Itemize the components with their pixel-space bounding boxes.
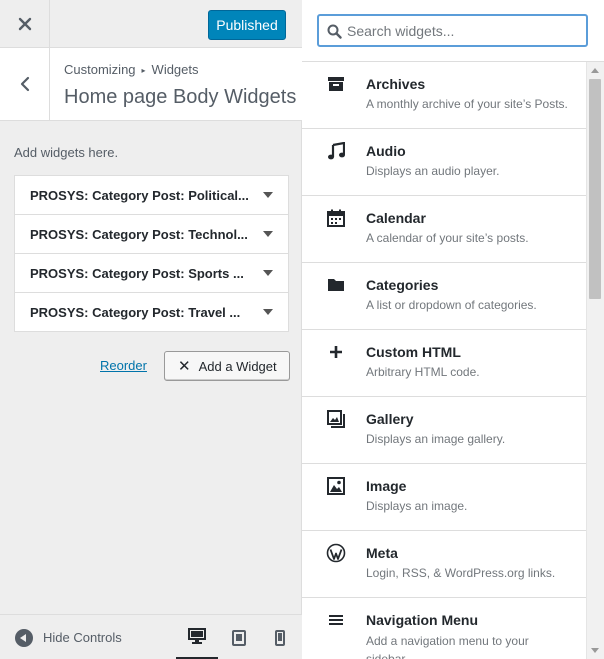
widget-name: Navigation Menu xyxy=(366,612,479,628)
wordpress-icon xyxy=(326,543,346,563)
widget-name: Gallery xyxy=(366,411,414,427)
audio-icon xyxy=(326,141,346,161)
widget-description: Displays an image. xyxy=(366,499,468,513)
published-button[interactable]: Published xyxy=(208,10,286,40)
plus-icon xyxy=(326,342,346,362)
available-widget-navigation-menu[interactable]: Navigation Menu Add a navigation menu to… xyxy=(302,598,586,659)
widget-description: A calendar of your site’s posts. xyxy=(366,231,529,245)
widget-row[interactable]: PROSYS: Category Post: Travel ... xyxy=(14,292,289,332)
close-icon xyxy=(18,17,31,31)
widget-name: Custom HTML xyxy=(366,344,461,360)
add-widgets-hint: Add widgets here. xyxy=(14,145,119,160)
sidebar-widget-list: PROSYS: Category Post: Political... PROS… xyxy=(14,175,289,332)
close-customizer-button[interactable] xyxy=(0,0,50,48)
add-widget-label: Add a Widget xyxy=(198,358,277,374)
available-widget-gallery[interactable]: Gallery Displays an image gallery. xyxy=(302,397,586,464)
widget-description: Arbitrary HTML code. xyxy=(366,365,480,379)
widget-description: Add a navigation menu to your sidebar. xyxy=(366,634,529,659)
widget-description: Login, RSS, & WordPress.org links. xyxy=(366,566,556,580)
preview-tablet-button[interactable] xyxy=(218,615,260,659)
widget-title: PROSYS: Category Post: Travel ... xyxy=(30,305,241,320)
widget-name: Archives xyxy=(366,76,426,92)
widget-name: Calendar xyxy=(366,210,426,226)
section-title: Home page Body Widgets xyxy=(64,86,297,108)
search-icon xyxy=(327,24,342,39)
widget-title: PROSYS: Category Post: Technol... xyxy=(30,227,248,242)
customizer-header: Published xyxy=(0,0,302,48)
widget-name: Image xyxy=(366,478,407,494)
search-input[interactable] xyxy=(347,21,577,41)
hide-controls-label: Hide Controls xyxy=(43,630,122,645)
triangle-down-icon[interactable] xyxy=(263,231,273,237)
widget-row[interactable]: PROSYS: Category Post: Sports ... xyxy=(14,253,289,293)
available-widgets-panel: Archives A monthly archive of your site’… xyxy=(302,0,604,659)
breadcrumb-separator-icon: ▸ xyxy=(141,66,146,75)
reorder-link[interactable]: Reorder xyxy=(100,358,147,373)
widget-description: Displays an audio player. xyxy=(366,164,500,178)
widgets-scrollbar[interactable] xyxy=(586,62,604,659)
available-widget-archives[interactable]: Archives A monthly archive of your site’… xyxy=(302,62,586,129)
triangle-down-icon[interactable] xyxy=(263,192,273,198)
scroll-up-arrow-icon[interactable] xyxy=(591,68,599,73)
folder-icon xyxy=(326,275,346,295)
widget-search-field[interactable] xyxy=(317,14,588,47)
widget-title: PROSYS: Category Post: Sports ... xyxy=(30,266,244,281)
back-button[interactable] xyxy=(0,48,50,120)
section-header: Customizing ▸ Widgets Home page Body Widge… xyxy=(0,48,302,121)
available-widget-calendar[interactable]: Calendar A calendar of your site’s posts… xyxy=(302,196,586,263)
hide-controls-button[interactable]: Hide Controls xyxy=(15,615,122,659)
image-icon xyxy=(326,476,346,496)
collapse-arrow-icon xyxy=(15,628,33,647)
widget-description: A list or dropdown of categories. xyxy=(366,298,537,312)
menu-icon xyxy=(326,610,346,630)
add-widget-button[interactable]: ✕ Add a Widget xyxy=(164,351,290,381)
widget-description: Displays an image gallery. xyxy=(366,432,506,446)
triangle-down-icon[interactable] xyxy=(263,309,273,315)
widget-row[interactable]: PROSYS: Category Post: Technol... xyxy=(14,214,289,254)
close-icon: ✕ xyxy=(178,358,191,375)
smartphone-icon xyxy=(275,629,285,646)
widget-name: Categories xyxy=(366,277,439,293)
breadcrumb: Customizing ▸ Widgets xyxy=(64,62,199,77)
available-widget-meta[interactable]: Meta Login, RSS, & WordPress.org links. xyxy=(302,531,586,598)
calendar-icon xyxy=(326,208,346,228)
customizer-footer: Hide Controls xyxy=(0,614,302,659)
widget-title: PROSYS: Category Post: Political... xyxy=(30,188,249,203)
archive-icon xyxy=(326,74,346,94)
widget-search-bar xyxy=(302,0,604,62)
customizer-controls-panel: Published Customizing ▸ Widgets Home page … xyxy=(0,0,302,659)
triangle-down-icon[interactable] xyxy=(263,270,273,276)
available-widget-custom-html[interactable]: Custom HTML Arbitrary HTML code. xyxy=(302,330,586,397)
available-widget-image[interactable]: Image Displays an image. xyxy=(302,464,586,531)
scroll-thumb[interactable] xyxy=(589,79,601,299)
tablet-icon xyxy=(232,629,246,646)
desktop-icon xyxy=(188,628,206,644)
widget-name: Audio xyxy=(366,143,406,159)
widget-row[interactable]: PROSYS: Category Post: Political... xyxy=(14,175,289,215)
scroll-down-arrow-icon[interactable] xyxy=(591,648,599,653)
gallery-icon xyxy=(326,409,346,429)
preview-mobile-button[interactable] xyxy=(259,615,301,659)
preview-desktop-button[interactable] xyxy=(176,615,218,659)
chevron-left-icon xyxy=(20,76,29,92)
breadcrumb-customizing: Customizing xyxy=(64,62,136,77)
available-widgets-list: Archives A monthly archive of your site’… xyxy=(302,62,586,659)
available-widget-audio[interactable]: Audio Displays an audio player. xyxy=(302,129,586,196)
available-widget-categories[interactable]: Categories A list or dropdown of categor… xyxy=(302,263,586,330)
breadcrumb-widgets: Widgets xyxy=(151,62,199,77)
widget-description: A monthly archive of your site’s Posts. xyxy=(366,97,568,111)
widget-name: Meta xyxy=(366,545,398,561)
